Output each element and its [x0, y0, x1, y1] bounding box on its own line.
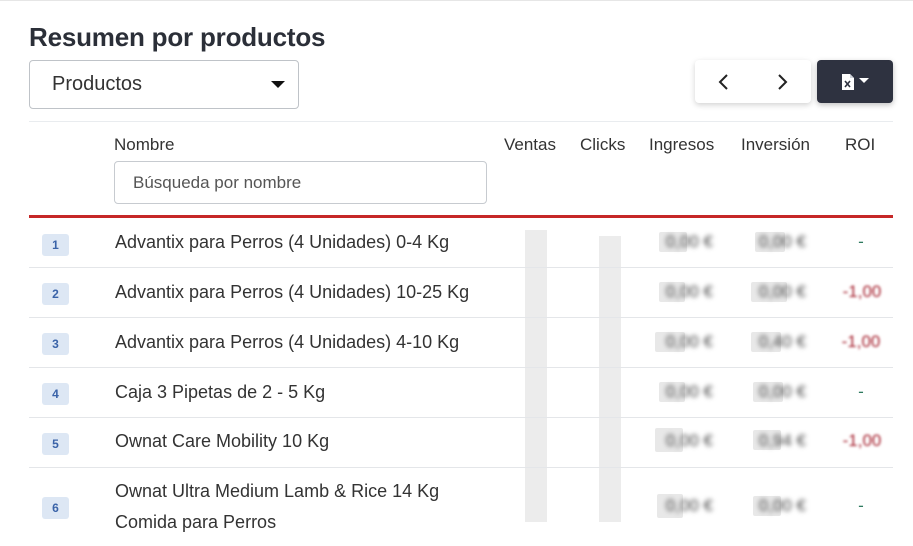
revenue-value: 0,00 €: [665, 496, 713, 515]
column-header-name[interactable]: Nombre: [114, 135, 174, 155]
page-title: Resumen por productos: [29, 22, 326, 52]
product-name: Advantix para Perros (4 Unidades) 4-10 K…: [115, 332, 460, 352]
table-row[interactable]: 2 Advantix para Perros (4 Unidades) 10-2…: [29, 268, 893, 318]
chevron-right-icon: [778, 73, 788, 90]
next-page-button[interactable]: [753, 60, 811, 103]
column-header-investment[interactable]: Inversión: [741, 135, 810, 155]
column-header-roi[interactable]: ROI: [845, 135, 875, 155]
revenue-value: 0,00 €: [665, 282, 713, 301]
row-index-badge: 6: [42, 497, 69, 519]
table-row[interactable]: 5 Ownat Care Mobility 10 Kg 0,00 € 0,94 …: [29, 418, 893, 468]
name-search-input[interactable]: [114, 161, 487, 204]
export-excel-button[interactable]: [817, 60, 893, 103]
investment-value: 0,40 €: [758, 332, 806, 351]
row-index-badge: 3: [42, 333, 69, 355]
revenue-value: 0,00 €: [665, 232, 713, 251]
roi-value: -: [858, 382, 864, 401]
table-row[interactable]: 4 Caja 3 Pipetas de 2 - 5 Kg 0,00 € 0,00…: [29, 368, 893, 418]
product-name: Advantix para Perros (4 Unidades) 0-4 Kg: [115, 232, 450, 252]
prev-page-button[interactable]: [695, 60, 753, 103]
product-name: Advantix para Perros (4 Unidades) 10-25 …: [115, 282, 470, 302]
product-name: Ownat Care Mobility 10 Kg: [115, 431, 330, 451]
roi-value: -1,00: [841, 332, 881, 351]
column-header-revenue[interactable]: Ingresos: [649, 135, 714, 155]
product-selector-value: Productos: [52, 73, 143, 95]
investment-value: 0,00 €: [758, 496, 806, 515]
column-header-clicks[interactable]: Clicks: [580, 135, 625, 155]
product-selector[interactable]: Productos: [29, 60, 299, 109]
product-name: Ownat Ultra Medium Lamb & Rice 14 Kg: [115, 481, 440, 501]
roi-value: -1,00: [842, 282, 882, 301]
table-row[interactable]: 1 Advantix para Perros (4 Unidades) 0-4 …: [29, 218, 893, 268]
roi-value: -1,00: [842, 431, 882, 450]
roi-value: -: [858, 232, 864, 251]
header-divider: [29, 121, 893, 122]
investment-value: 0,94 €: [758, 431, 806, 450]
revenue-value: 0,00 €: [665, 332, 713, 351]
row-index-badge: 4: [42, 383, 69, 405]
excel-file-icon: [842, 73, 854, 90]
caret-down-icon: [271, 81, 285, 88]
revenue-value: 0,00 €: [665, 382, 713, 401]
table-row[interactable]: 3 Advantix para Perros (4 Unidades) 4-10…: [29, 318, 893, 368]
investment-value: 0,00 €: [758, 232, 806, 251]
caret-down-icon: [859, 78, 869, 83]
chevron-left-icon: [718, 73, 728, 90]
row-index-badge: 5: [42, 433, 69, 455]
pagination-group: [695, 60, 811, 103]
investment-value: 0,00 €: [758, 282, 806, 301]
product-name: Caja 3 Pipetas de 2 - 5 Kg: [115, 382, 326, 402]
roi-value: -: [858, 496, 864, 515]
table-row[interactable]: 6 Ownat Ultra Medium Lamb & Rice 14 Kg C…: [29, 468, 893, 546]
product-name-subtitle: Comida para Perros: [115, 512, 277, 532]
column-header-sales[interactable]: Ventas: [504, 135, 556, 155]
investment-value: 0,00 €: [758, 382, 806, 401]
top-border: [0, 0, 913, 1]
row-index-badge: 1: [42, 234, 69, 256]
revenue-value: 0,00 €: [665, 431, 713, 450]
row-index-badge: 2: [42, 283, 69, 305]
